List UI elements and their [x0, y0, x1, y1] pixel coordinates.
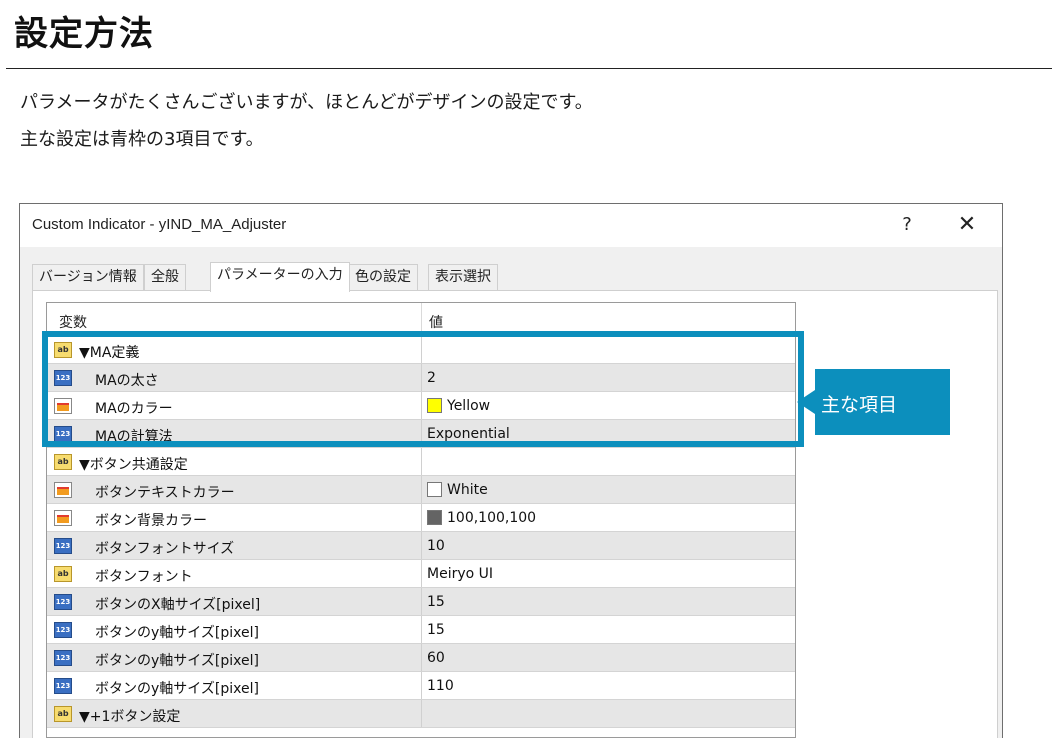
tab-parameters[interactable]: パラメーターの入力	[210, 262, 350, 292]
parameter-value-text: 10	[427, 538, 445, 554]
heading-divider	[6, 68, 1052, 69]
color-swatch	[427, 510, 442, 525]
parameter-name: ボタン背景カラー	[95, 513, 207, 529]
table-row[interactable]: 123 ボタンのX軸サイズ[pixel] 15	[47, 588, 795, 616]
cell-divider	[421, 700, 422, 727]
cell-divider	[421, 644, 422, 671]
cell-divider	[421, 672, 422, 699]
parameter-name: ボタンのy軸サイズ[pixel]	[95, 625, 259, 641]
number-icon: 123	[54, 538, 72, 554]
table-row[interactable]: ab ▼ボタン共通設定	[47, 448, 795, 476]
number-icon: 123	[54, 594, 72, 610]
cell-divider	[421, 616, 422, 643]
parameter-value-text: 15	[427, 622, 445, 638]
parameter-value-text: White	[447, 482, 488, 498]
table-row[interactable]: ボタン背景カラー 100,100,100	[47, 504, 795, 532]
parameter-value[interactable]: 60	[427, 650, 445, 666]
parameter-name: ボタンのy軸サイズ[pixel]	[95, 653, 259, 669]
parameter-value[interactable]: 10	[427, 538, 445, 554]
cell-divider	[421, 448, 422, 475]
table-row[interactable]: ab ▼+1ボタン設定	[47, 700, 795, 728]
cell-divider	[421, 532, 422, 559]
section-name: ▼+1ボタン設定	[79, 709, 181, 725]
parameter-value[interactable]: 15	[427, 594, 445, 610]
parameter-name: ボタンのy軸サイズ[pixel]	[95, 681, 259, 697]
table-row[interactable]: 123 ボタンのy軸サイズ[pixel] 110	[47, 672, 795, 700]
page-title: 設定方法	[14, 14, 154, 54]
callout-label: 主な項目	[821, 394, 898, 416]
close-button[interactable]: ✕	[952, 212, 982, 238]
dialog-title: Custom Indicator - yIND_MA_Adjuster	[32, 216, 287, 233]
parameter-value[interactable]: White	[427, 482, 488, 498]
column-divider[interactable]	[421, 303, 422, 333]
parameter-name: ボタンテキストカラー	[95, 485, 235, 501]
color-swatch	[427, 482, 442, 497]
parameter-name: ボタンのX軸サイズ[pixel]	[95, 597, 261, 613]
parameter-value[interactable]: 110	[427, 678, 454, 694]
callout-pointer	[797, 390, 815, 414]
dialog-titlebar: Custom Indicator - yIND_MA_Adjuster ? ✕	[20, 204, 1002, 247]
intro-line-2: 主な設定は青枠の3項目です。	[20, 129, 264, 150]
parameter-value[interactable]: 15	[427, 622, 445, 638]
table-row[interactable]: 123 ボタンのy軸サイズ[pixel] 15	[47, 616, 795, 644]
parameter-value-text: 110	[427, 678, 454, 694]
number-icon: 123	[54, 650, 72, 666]
parameter-value-text: Meiryo UI	[427, 566, 494, 582]
color-icon	[54, 482, 72, 498]
tab-version-info[interactable]: バージョン情報	[32, 264, 144, 290]
table-row[interactable]: 123 ボタンのy軸サイズ[pixel] 60	[47, 644, 795, 672]
callout-main-items: 主な項目	[815, 369, 950, 435]
parameter-name: ボタンフォント	[95, 569, 193, 585]
main-items-highlight	[42, 331, 804, 447]
parameter-value[interactable]: Meiryo UI	[427, 566, 493, 582]
parameter-name: ボタンフォントサイズ	[95, 541, 235, 557]
color-icon	[54, 510, 72, 526]
number-icon: 123	[54, 678, 72, 694]
grid-header: 変数 値	[47, 303, 795, 333]
number-icon: 123	[54, 622, 72, 638]
tab-general[interactable]: 全般	[144, 264, 186, 290]
parameter-value-text: 100,100,100	[447, 510, 537, 526]
ab-icon: ab	[54, 706, 72, 722]
tab-colors[interactable]: 色の設定	[348, 264, 418, 290]
cell-divider	[421, 560, 422, 587]
column-header-variable[interactable]: 変数	[59, 312, 87, 332]
parameter-value[interactable]: 100,100,100	[427, 510, 536, 526]
tab-visualization[interactable]: 表示選択	[428, 264, 498, 290]
table-row[interactable]: ボタンテキストカラー White	[47, 476, 795, 504]
column-header-value[interactable]: 値	[429, 312, 443, 332]
ab-icon: ab	[54, 454, 72, 470]
table-row[interactable]: 123 ボタンフォントサイズ 10	[47, 532, 795, 560]
ab-icon: ab	[54, 566, 72, 582]
parameter-value-text: 60	[427, 650, 445, 666]
help-button[interactable]: ?	[892, 212, 922, 238]
section-name: ▼ボタン共通設定	[79, 457, 188, 473]
cell-divider	[421, 588, 422, 615]
intro-line-1: パラメータがたくさんございますが、ほとんどがデザインの設定です。	[20, 92, 593, 113]
table-row[interactable]: ab ボタンフォント Meiryo UI	[47, 560, 795, 588]
parameter-value-text: 15	[427, 594, 445, 610]
cell-divider	[421, 504, 422, 531]
cell-divider	[421, 476, 422, 503]
